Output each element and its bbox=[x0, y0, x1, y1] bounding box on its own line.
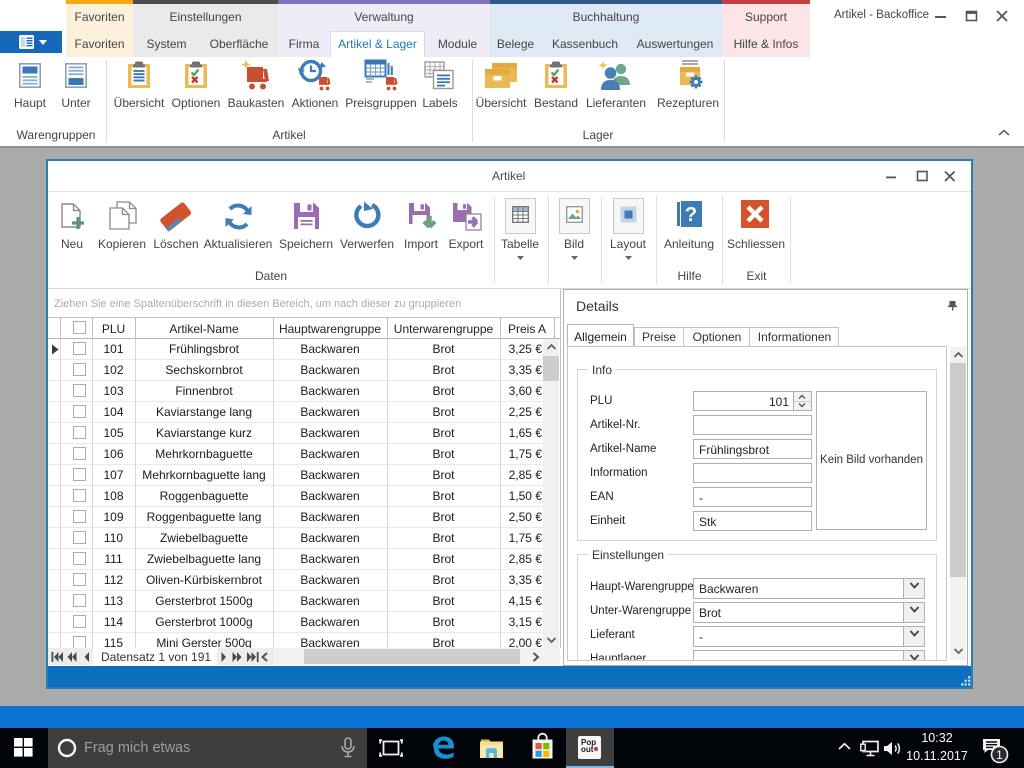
svg-text:1: 1 bbox=[996, 748, 1003, 762]
svg-text:?: ? bbox=[685, 204, 697, 226]
